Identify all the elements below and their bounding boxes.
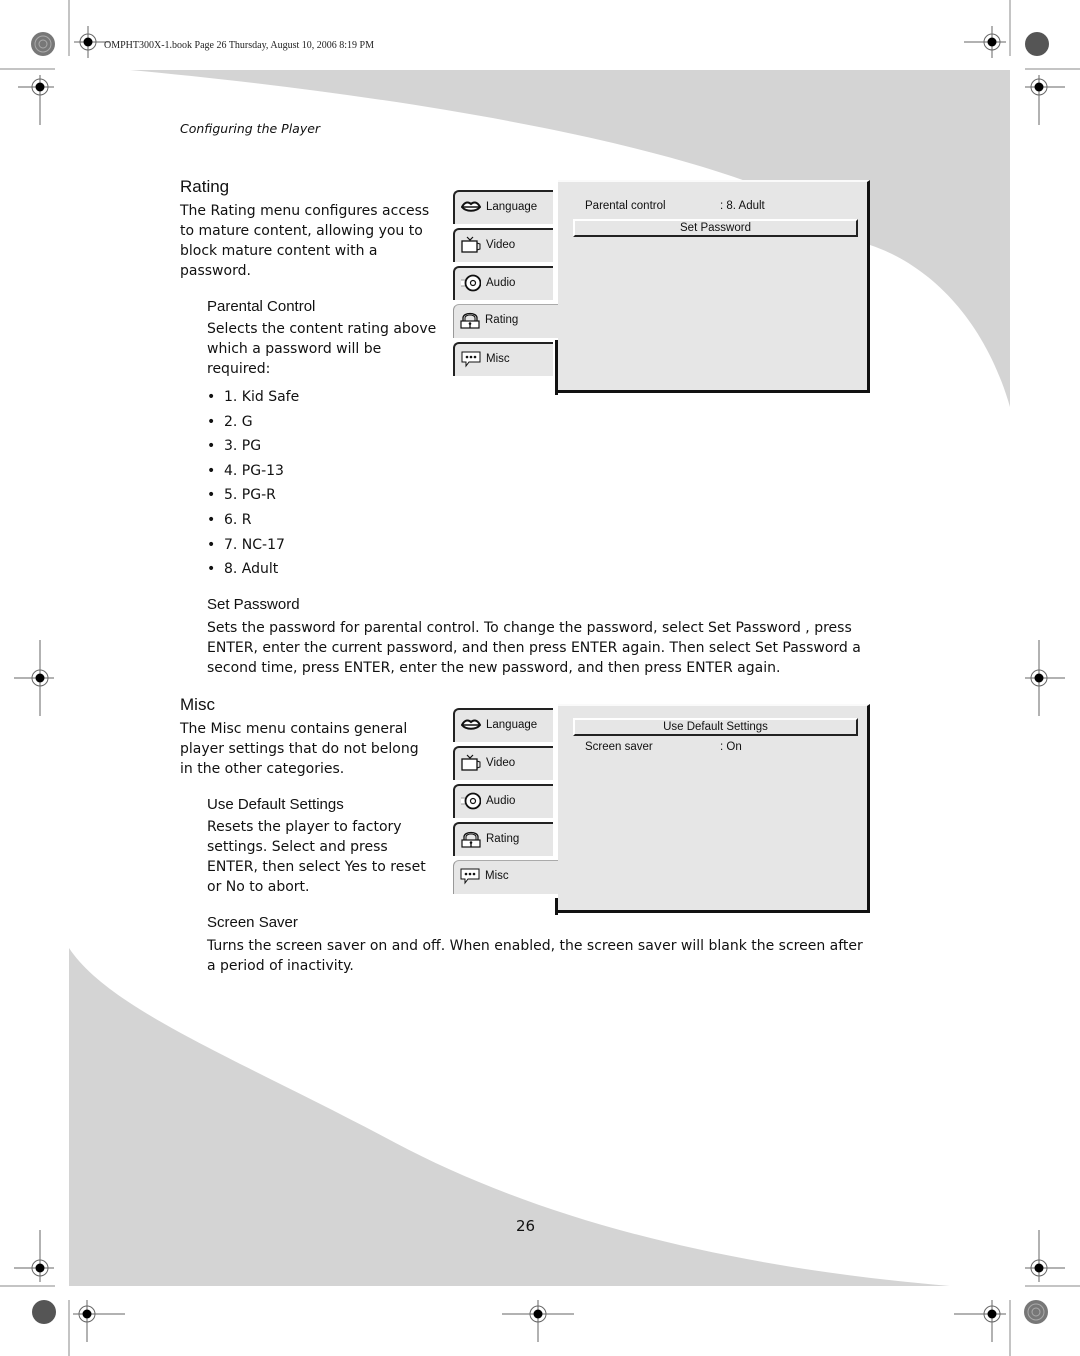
running-head: Configuring the Player [180,121,321,136]
screen-saver-text: Turns the screen saver on and off. When … [207,938,863,974]
tab-label: Rating [486,833,520,845]
rating-option: 2. G [207,412,299,437]
set-password-button[interactable]: Set Password [573,219,858,237]
rating-options-list: 1. Kid Safe 2. G 3. PG 4. PG-13 5. PG-R … [207,387,299,584]
speech-bubble-icon [460,868,480,885]
speech-bubble-icon [461,351,481,368]
rating-option: 8. Adult [207,559,299,584]
osd-tab-video[interactable]: Video [453,746,553,780]
osd-tab-video[interactable]: Video [453,228,553,262]
osd-tab-misc[interactable]: Misc [453,860,559,894]
parental-control-text: Selects the content rating above which a… [207,321,437,377]
disc-icon [461,274,481,292]
osd-tab-language[interactable]: Language [453,190,553,224]
rating-title: Rating [180,177,230,196]
rating-option: 5. PG-R [207,485,299,510]
rating-option: 1. Kid Safe [207,387,299,412]
setting-label: Parental control [585,200,666,212]
tab-label: Audio [486,277,516,289]
misc-intro: The Misc menu contains general player se… [180,721,419,777]
lock-icon [460,312,480,329]
lips-icon [461,719,481,730]
rating-option: 7. NC-17 [207,535,299,560]
page-number: 26 [516,1217,536,1235]
bottom-gray-band [69,948,950,1286]
parental-control-title: Parental Control [207,298,316,315]
rating-option: 6. R [207,510,299,535]
setting-value: : 8. Adult [720,200,765,212]
osd-tab-audio[interactable]: Audio [453,784,553,818]
use-default-settings-text: Resets the player to factory settings. S… [207,819,426,895]
tab-label: Video [486,239,516,251]
misc-osd-menu: Language Video Audio Rating Misc Use Def… [453,700,873,915]
lips-icon [461,201,481,212]
tab-label: Rating [485,314,519,326]
osd-tab-rating[interactable]: Rating [453,304,559,338]
disc-icon [461,792,481,810]
osd-settings-panel: Use Default Settings Screen saver : On [555,704,870,915]
rating-intro: The Rating menu configures access to mat… [180,203,430,279]
use-default-settings-button[interactable]: Use Default Settings [573,718,858,736]
misc-title: Misc [180,695,215,714]
osd-settings-panel: Parental control : 8. Adult Set Password [555,180,870,395]
osd-tab-audio[interactable]: Audio [453,266,553,300]
tab-label: Video [486,757,516,769]
print-slug: OMPHT300X-1.book Page 26 Thursday, Augus… [104,40,375,51]
use-default-settings-title: Use Default Settings [207,796,344,813]
tab-label: Language [486,201,538,213]
osd-tab-misc[interactable]: Misc [453,342,553,376]
tv-icon [461,754,481,771]
tab-label: Audio [486,795,516,807]
osd-tab-rating[interactable]: Rating [453,822,553,856]
setting-value: : On [720,741,742,753]
set-password-title: Set Password [207,596,300,613]
rating-osd-menu: Language Video Audio Rating Misc Parenta… [453,180,873,395]
parental-control-row[interactable]: Parental control : 8. Adult [585,200,765,212]
lock-icon [461,831,481,848]
tab-label: Language [486,719,538,731]
rating-option: 3. PG [207,436,299,461]
screen-saver-row[interactable]: Screen saver : On [585,741,742,753]
rating-option: 4. PG-13 [207,461,299,486]
setting-label: Screen saver [585,741,653,753]
tab-label: Misc [485,870,509,882]
set-password-text: Sets the password for parental control. … [207,620,861,676]
tv-icon [461,236,481,253]
tab-label: Misc [486,353,510,365]
screen-saver-title: Screen Saver [207,914,298,931]
osd-tab-language[interactable]: Language [453,708,553,742]
